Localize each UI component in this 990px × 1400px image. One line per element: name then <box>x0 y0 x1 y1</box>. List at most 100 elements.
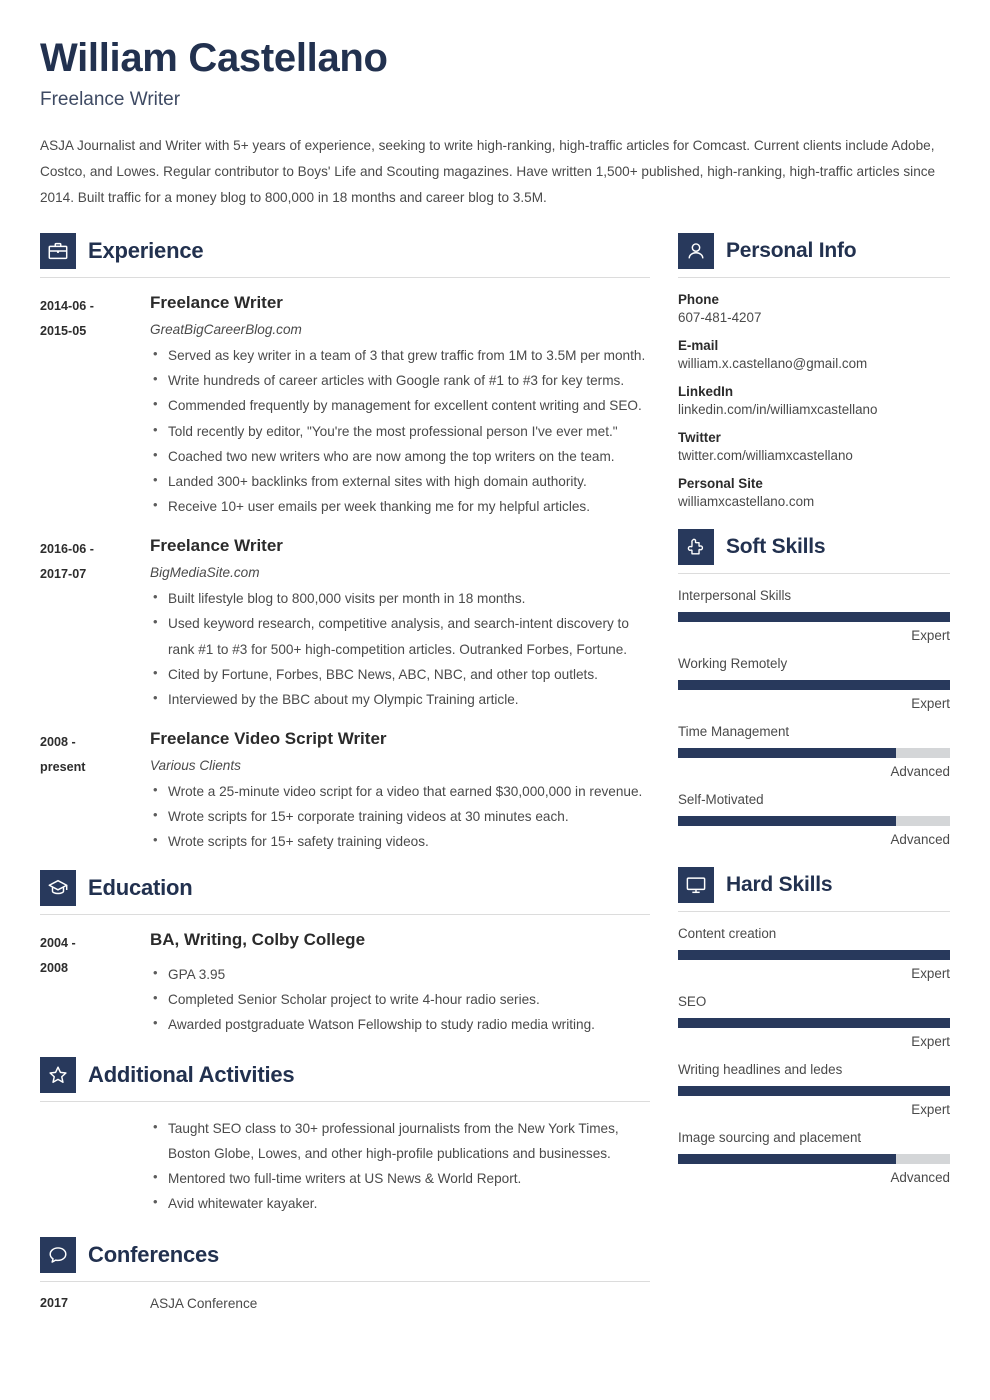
experience-entry: 2016-06 -2017-07 Freelance Writer BigMed… <box>40 535 650 712</box>
skill-fill <box>678 1154 896 1165</box>
divider <box>678 911 950 913</box>
divider <box>40 1100 650 1102</box>
conferences-header: Conferences <box>40 1236 650 1281</box>
skill-bar <box>678 1018 950 1029</box>
experience-title: Experience <box>88 238 204 264</box>
divider <box>678 277 950 279</box>
entry-body: Freelance Writer BigMediaSite.com Built … <box>150 535 650 712</box>
skill-name: Working Remotely <box>678 656 788 672</box>
entry-bullets: Served as key writer in a team of 3 that… <box>150 342 650 519</box>
additional-activities-title: Additional Activities <box>88 1061 295 1087</box>
list-item: Coached two new writers who are now amon… <box>150 443 650 469</box>
entry-bullets: Built lifestyle blog to 800,000 visits p… <box>150 585 650 712</box>
list-item: Landed 300+ backlinks from external site… <box>150 468 650 494</box>
entry-role: Freelance Writer <box>150 536 283 556</box>
entry-bullets: Taught SEO class to 30+ professional jou… <box>150 1115 650 1217</box>
conference-year: 2017 <box>40 1295 69 1310</box>
page-title: William Castellano <box>40 36 388 80</box>
skill-bar <box>678 1086 950 1097</box>
education-entry: 2004 -2008 BA, Writing, Colby College GP… <box>40 929 650 1037</box>
entry-bullets: GPA 3.95 Completed Senior Scholar projec… <box>150 961 650 1037</box>
entry-company: Various Clients <box>150 758 241 774</box>
info-label: Personal Site <box>678 476 763 492</box>
section-soft-skills: Soft Skills Interpersonal Skills Expert … <box>678 529 950 847</box>
section-experience: Experience 2014-06 -2015-05 Freelance Wr… <box>40 233 650 854</box>
list-item: GPA 3.95 <box>150 961 650 987</box>
skill-level: Expert <box>911 1102 950 1118</box>
entry-role: Freelance Writer <box>150 293 283 313</box>
sidebar-column: Personal Info Phone 607-481-4207 E-mail … <box>678 233 950 1205</box>
table-row: 2017 ASJA Conference <box>40 1296 650 1311</box>
skill-level: Expert <box>911 1034 950 1050</box>
experience-entry: 2008 - present Freelance Video Script Wri… <box>40 728 650 855</box>
experience-entry: 2014-06 -2015-05 Freelance Writer GreatB… <box>40 292 650 519</box>
info-item-twitter: Twitter twitter.com/williamxcastellano <box>678 430 950 463</box>
info-item-email: E-mail william.x.castellano@gmail.com <box>678 338 950 371</box>
skill-fill <box>678 1018 950 1029</box>
hard-skills-header: Hard Skills <box>678 867 950 911</box>
list-item: Commended frequently by management for e… <box>150 392 650 418</box>
list-item: Completed Senior Scholar project to writ… <box>150 986 650 1012</box>
skill-bar <box>678 680 950 691</box>
graduation-cap-icon <box>40 870 76 907</box>
skill-name: Content creation <box>678 926 777 942</box>
list-item: Avid whitewater kayaker. <box>150 1190 650 1216</box>
divider <box>678 573 950 575</box>
entry-company: BigMediaSite.com <box>150 565 260 581</box>
star-icon <box>40 1056 76 1093</box>
entry-dates: 2016-06 -2017-07 <box>40 542 94 581</box>
skill-level: Advanced <box>890 1170 950 1186</box>
entry-body: BA, Writing, Colby College GPA 3.95 Comp… <box>150 929 650 1037</box>
list-item: Wrote scripts for 15+ safety training vi… <box>150 828 650 854</box>
skill-item: Content creation Expert <box>678 926 950 981</box>
info-item-linkedin: LinkedIn linkedin.com/in/williamxcastell… <box>678 384 950 417</box>
info-value: twitter.com/williamxcastellano <box>678 448 853 464</box>
professional-summary: ASJA Journalist and Writer with 5+ years… <box>40 137 936 205</box>
entry-dates: 2008 - present <box>40 734 86 774</box>
education-header: Education <box>40 870 650 914</box>
list-item: Taught SEO class to 30+ professional jou… <box>150 1115 650 1166</box>
skill-level: Expert <box>911 966 950 982</box>
conferences-title: Conferences <box>88 1241 220 1267</box>
entry-dates: 2014-06 -2015-05 <box>40 299 94 338</box>
activities-entry: Taught SEO class to 30+ professional jou… <box>40 1115 650 1217</box>
entry-company: GreatBigCareerBlog.com <box>150 322 302 338</box>
list-item: Receive 10+ user emails per week thankin… <box>150 493 650 519</box>
info-item-phone: Phone 607-481-4207 <box>678 292 950 325</box>
skill-name: Time Management <box>678 724 790 740</box>
info-value: williamxcastellano.com <box>678 494 815 510</box>
soft-skills-header: Soft Skills <box>678 529 950 573</box>
section-personal-info: Personal Info Phone 607-481-4207 E-mail … <box>678 233 950 509</box>
skill-fill <box>678 748 896 759</box>
skill-item: Image sourcing and placement Advanced <box>678 1130 950 1185</box>
divider <box>40 277 650 279</box>
info-label: Twitter <box>678 430 721 446</box>
info-item-personal-site: Personal Site williamxcastellano.com <box>678 476 950 509</box>
main-column: Experience 2014-06 -2015-05 Freelance Wr… <box>40 233 678 1330</box>
divider <box>40 914 650 916</box>
list-item: Told recently by editor, "You're the mos… <box>150 418 650 444</box>
skill-item: Self-Motivated Advanced <box>678 792 950 847</box>
skill-name: Image sourcing and placement <box>678 1130 862 1146</box>
info-value: william.x.castellano@gmail.com <box>678 356 868 372</box>
skill-bar <box>678 748 950 759</box>
entry-bullets: Wrote a 25-minute video script for a vid… <box>150 778 650 854</box>
list-item: Built lifestyle blog to 800,000 visits p… <box>150 585 650 611</box>
info-label: Phone <box>678 292 719 308</box>
resume-page: William Castellano Freelance Writer ASJA… <box>0 0 990 1400</box>
info-value: 607-481-4207 <box>678 310 762 326</box>
resume-body: Experience 2014-06 -2015-05 Freelance Wr… <box>40 233 950 1330</box>
skill-level: Expert <box>911 696 950 712</box>
speech-bubble-icon <box>40 1236 76 1273</box>
divider <box>40 1280 650 1282</box>
conference-name: ASJA Conference <box>150 1295 258 1311</box>
skill-name: SEO <box>678 994 707 1010</box>
skill-item: SEO Expert <box>678 994 950 1049</box>
skill-item: Writing headlines and ledes Expert <box>678 1062 950 1117</box>
skill-fill <box>678 1086 950 1097</box>
entry-body: Freelance Writer GreatBigCareerBlog.com … <box>150 292 650 519</box>
list-item: Write hundreds of career articles with G… <box>150 367 650 393</box>
soft-skills-title: Soft Skills <box>726 535 826 559</box>
skill-item: Working Remotely Expert <box>678 656 950 711</box>
person-icon <box>678 233 714 270</box>
